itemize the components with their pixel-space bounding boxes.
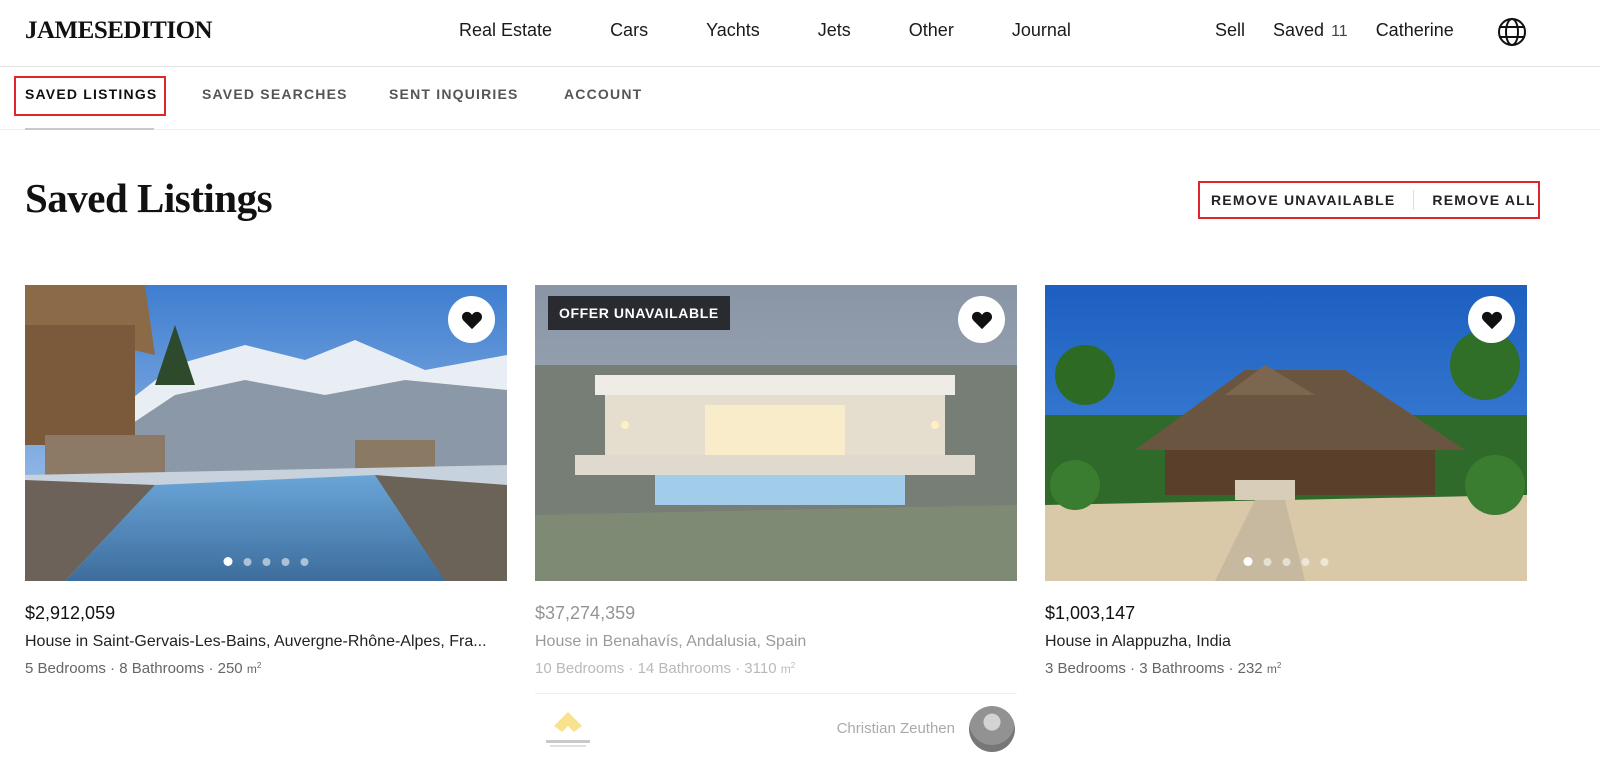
globe-icon[interactable]	[1497, 17, 1527, 47]
listing-photo[interactable]: OFFER UNAVAILABLE	[535, 285, 1017, 581]
listing-specs: 5 Bedrooms · 8 Bathrooms · 250 m2	[25, 660, 507, 677]
photo-dot[interactable]	[1301, 557, 1310, 566]
divider	[1413, 190, 1415, 210]
remove-unavailable-button[interactable]: REMOVE UNAVAILABLE	[1211, 192, 1395, 208]
separator: ·	[110, 660, 116, 677]
heart-icon	[1481, 311, 1502, 329]
nav-other[interactable]: Other	[909, 20, 954, 41]
agent-row: Christian Zeuthen	[535, 693, 1017, 753]
listing-location[interactable]: House in Alappuzha, India	[1045, 633, 1527, 651]
offer-unavailable-badge: OFFER UNAVAILABLE	[548, 296, 730, 330]
area: 250	[217, 660, 243, 677]
photo-dot[interactable]	[1263, 557, 1272, 566]
area: 232	[1237, 660, 1263, 677]
area-unit: m2	[246, 661, 262, 676]
listing-photo[interactable]	[1045, 285, 1527, 581]
photo-dot[interactable]	[1243, 557, 1253, 566]
bulk-actions: REMOVE UNAVAILABLE REMOVE ALL	[1198, 181, 1540, 219]
jamesedition-logo[interactable]: JamesEdition	[25, 17, 213, 45]
bedrooms: 10 Bedrooms	[535, 660, 625, 677]
agency-logo[interactable]	[540, 710, 596, 750]
nav-real-estate[interactable]: Real Estate	[459, 20, 552, 41]
listing-specs: 10 Bedrooms · 14 Bathrooms · 3110 m2	[535, 660, 1017, 677]
tab-saved-searches[interactable]: SAVED SEARCHES	[202, 86, 348, 102]
bedrooms: 5 Bedrooms	[25, 660, 106, 677]
save-toggle-button[interactable]	[958, 296, 1005, 343]
photo-pagination	[1243, 557, 1329, 566]
nav-jets[interactable]: Jets	[818, 20, 851, 41]
tab-sent-inquiries[interactable]: SENT INQUIRIES	[389, 86, 519, 102]
photo-dot[interactable]	[223, 557, 233, 566]
listing-photo[interactable]	[25, 285, 507, 581]
tab-account[interactable]: ACCOUNT	[564, 86, 642, 102]
user-menu[interactable]: Catherine	[1376, 20, 1454, 41]
listing-card[interactable]: $1,003,147 House in Alappuzha, India 3 B…	[1045, 285, 1527, 677]
separator: ·	[628, 660, 634, 677]
remove-all-button[interactable]: REMOVE ALL	[1432, 192, 1535, 208]
listing-card[interactable]: $2,912,059 House in Saint-Gervais-Les-Ba…	[25, 285, 507, 677]
user-nav: Sell Saved 11 Catherine	[1215, 20, 1482, 41]
bedrooms: 3 Bedrooms	[1045, 660, 1126, 677]
listing-price: $37,274,359	[535, 603, 636, 623]
saved-label: Saved	[1273, 20, 1325, 40]
listing-image-alpine-house	[25, 285, 507, 581]
bathrooms: 8 Bathrooms	[119, 660, 205, 677]
heart-icon	[461, 311, 482, 329]
photo-dot[interactable]	[243, 557, 252, 566]
nav-cars[interactable]: Cars	[610, 20, 648, 41]
page-title: Saved Listings	[25, 175, 273, 221]
listing-price: $2,912,059	[25, 603, 116, 623]
highlight-box-tab	[14, 76, 166, 116]
photo-pagination	[223, 557, 309, 566]
save-toggle-button[interactable]	[1468, 296, 1515, 343]
photo-dot[interactable]	[281, 557, 290, 566]
nav-yachts[interactable]: Yachts	[706, 20, 760, 41]
listing-image-tropical-house	[1045, 285, 1527, 581]
listing-location[interactable]: House in Benahavís, Andalusia, Spain	[535, 633, 1017, 651]
listing-price: $1,003,147	[1045, 603, 1136, 623]
listing-card[interactable]: OFFER UNAVAILABLE $37,274,359 House in B…	[535, 285, 1017, 753]
account-tabs: SAVED LISTINGS SAVED SEARCHES SENT INQUI…	[0, 68, 1600, 130]
area-unit: m2	[780, 661, 796, 676]
saved-count: 11	[1331, 23, 1348, 40]
agent-avatar[interactable]	[969, 706, 1015, 752]
agent-name[interactable]: Christian Zeuthen	[837, 720, 955, 737]
top-navigation-bar: JamesEdition Real Estate Cars Yachts Jet…	[0, 0, 1600, 67]
separator: ·	[1228, 660, 1234, 677]
bathrooms: 14 Bathrooms	[637, 660, 731, 677]
nav-journal[interactable]: Journal	[1012, 20, 1071, 41]
separator: ·	[1130, 660, 1136, 677]
heart-icon	[971, 311, 992, 329]
photo-dot[interactable]	[1320, 557, 1329, 566]
listing-specs: 3 Bedrooms · 3 Bathrooms · 232 m2	[1045, 660, 1527, 677]
main-nav: Real Estate Cars Yachts Jets Other Journ…	[459, 20, 1129, 41]
area: 3110	[744, 660, 777, 677]
area-unit: m2	[1266, 661, 1282, 676]
bathrooms: 3 Bathrooms	[1139, 660, 1225, 677]
photo-dot[interactable]	[1282, 557, 1291, 566]
photo-dot[interactable]	[300, 557, 309, 566]
photo-dot[interactable]	[262, 557, 271, 566]
active-tab-indicator	[25, 128, 154, 130]
sell-link[interactable]: Sell	[1215, 20, 1245, 41]
saved-link[interactable]: Saved 11	[1273, 20, 1348, 41]
listing-location[interactable]: House in Saint-Gervais-Les-Bains, Auverg…	[25, 633, 507, 651]
separator: ·	[735, 660, 741, 677]
save-toggle-button[interactable]	[448, 296, 495, 343]
separator: ·	[208, 660, 214, 677]
